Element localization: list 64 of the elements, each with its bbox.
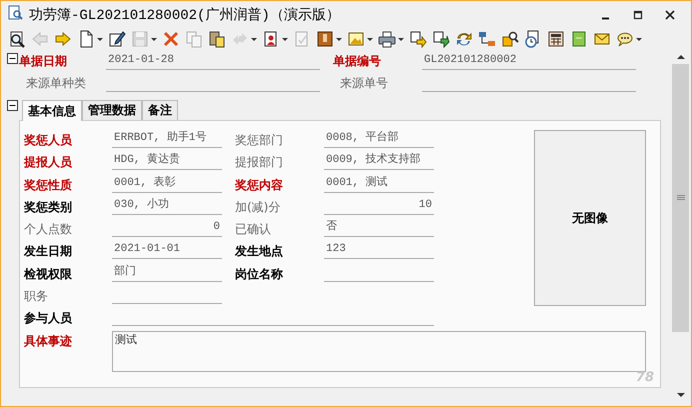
input-field[interactable]: 0 bbox=[112, 219, 222, 238]
input-field[interactable]: 部门 bbox=[112, 264, 222, 282]
field-label: 个人点数 bbox=[23, 221, 73, 238]
flow-chart-icon[interactable] bbox=[478, 30, 496, 48]
close-icon[interactable] bbox=[663, 8, 677, 22]
tab[interactable]: 备注 bbox=[142, 100, 178, 120]
input-field[interactable]: 测试 bbox=[112, 330, 646, 372]
input-field[interactable]: 否 bbox=[324, 219, 434, 238]
printer-dropdown-icon[interactable] bbox=[378, 30, 404, 48]
book-icon[interactable] bbox=[570, 30, 588, 48]
picture-dropdown-icon[interactable] bbox=[347, 30, 373, 48]
input-field[interactable]: 0008, 平台部 bbox=[324, 130, 434, 148]
tab[interactable]: 基本信息 bbox=[22, 100, 82, 121]
field-label: 已确认 bbox=[234, 221, 272, 238]
field-label: 奖惩类别 bbox=[23, 198, 73, 216]
forward-arrow-icon[interactable] bbox=[54, 30, 72, 48]
scroll-thumb[interactable] bbox=[672, 64, 689, 332]
window-title: 功劳簿-GL202101280002(广州润普)（演示版） bbox=[29, 6, 340, 24]
field-label: 奖惩人员 bbox=[23, 132, 73, 149]
field-label: 单据编号 bbox=[332, 53, 382, 70]
input-field[interactable]: 0009, 技术支持部 bbox=[324, 152, 434, 170]
document-person-dropdown-icon[interactable] bbox=[262, 30, 288, 48]
field-label: 提报人员 bbox=[23, 154, 73, 172]
field-label: 提报部门 bbox=[234, 154, 284, 172]
document-arrow-icon[interactable] bbox=[432, 30, 450, 48]
speech-bubble-dropdown-icon[interactable] bbox=[616, 30, 642, 48]
placeholder-text: 无图像 bbox=[572, 210, 608, 226]
field-label: 来源单种类 bbox=[25, 75, 87, 92]
input-field[interactable]: 123 bbox=[324, 241, 434, 260]
field-label: 奖惩性质 bbox=[23, 176, 73, 194]
input-field[interactable]: 0001, 表彰 bbox=[112, 174, 222, 193]
field-label: 职务 bbox=[23, 288, 49, 306]
document-arrow-icon[interactable] bbox=[409, 30, 427, 48]
input-field[interactable]: 2021-01-28 bbox=[106, 52, 320, 70]
collapse-icon[interactable] bbox=[7, 100, 18, 111]
delete-x-icon[interactable] bbox=[162, 30, 180, 48]
photo-box[interactable]: 无图像 bbox=[534, 130, 646, 306]
input-field[interactable]: 2021-01-01 bbox=[112, 241, 222, 260]
input-field[interactable]: 10 bbox=[324, 196, 434, 215]
collapse-icon[interactable] bbox=[7, 53, 18, 64]
input-field[interactable]: HDG, 黄达贵 bbox=[112, 152, 222, 170]
field-label: 岗位名称 bbox=[234, 266, 284, 283]
field-label: 参与人员 bbox=[23, 310, 73, 328]
field-label: 奖惩内容 bbox=[234, 176, 284, 194]
box-dropdown-icon[interactable] bbox=[316, 30, 342, 48]
input-field[interactable]: GL202101280002 bbox=[422, 52, 636, 70]
calculator-icon[interactable] bbox=[547, 30, 565, 48]
search-document-icon[interactable] bbox=[8, 30, 26, 48]
input-field[interactable]: 0001, 测试 bbox=[324, 174, 434, 193]
tab[interactable]: 管理数据 bbox=[82, 100, 142, 120]
field-label: 加(减)分 bbox=[234, 198, 282, 216]
paste-clipboard-icon[interactable] bbox=[208, 30, 226, 48]
input-field[interactable]: 030, 小功 bbox=[112, 196, 222, 215]
pencil-edit-icon[interactable] bbox=[108, 30, 126, 48]
field-label: 单据日期 bbox=[18, 53, 68, 70]
field-label: 奖惩部门 bbox=[234, 132, 284, 149]
field-label: 检视权限 bbox=[23, 266, 73, 283]
field-label: 发生地点 bbox=[234, 243, 284, 260]
field-label: 具体事迹 bbox=[23, 332, 73, 350]
field-label: 发生日期 bbox=[23, 243, 73, 260]
refresh-arrows-icon[interactable] bbox=[455, 30, 473, 48]
field-label: 来源单号 bbox=[339, 75, 389, 92]
input-field[interactable]: ERRBOT, 助手1号 bbox=[112, 130, 222, 148]
app-icon bbox=[7, 5, 23, 21]
